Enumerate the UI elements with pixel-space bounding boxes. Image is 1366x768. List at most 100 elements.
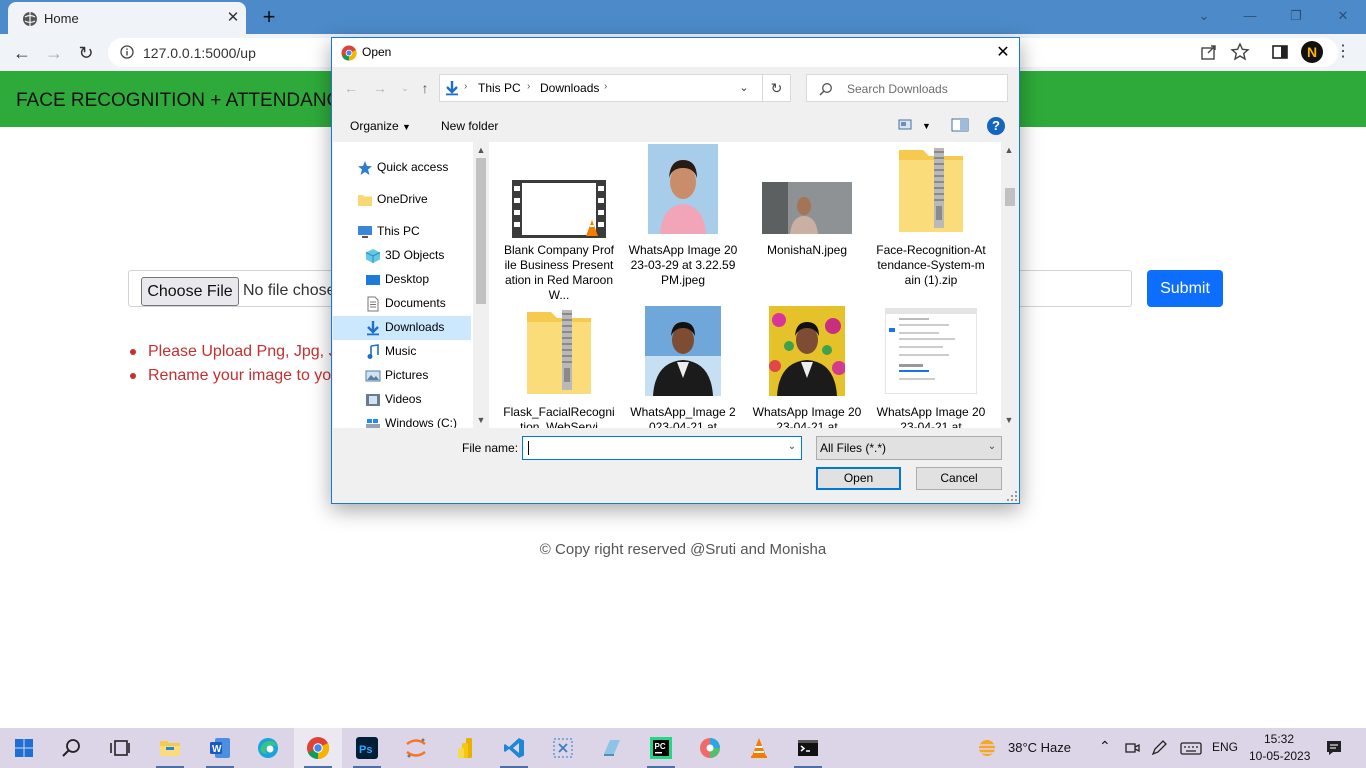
pen-icon[interactable] — [1150, 739, 1168, 757]
taskbar-pycharm[interactable]: PC — [637, 728, 685, 768]
nav-item-documents[interactable]: Documents — [333, 292, 471, 316]
nav-item-music[interactable]: Music — [333, 340, 471, 364]
nav-item-windows-c[interactable]: Windows (C:) — [333, 412, 471, 428]
new-tab-icon[interactable]: + — [258, 6, 280, 28]
reload-icon[interactable]: ↻ — [74, 41, 98, 65]
open-button[interactable]: Open — [816, 467, 901, 490]
taskbar-paint[interactable] — [686, 728, 734, 768]
up-folder-icon[interactable]: ↑ — [416, 79, 434, 97]
choose-file-button[interactable]: Choose File — [141, 277, 239, 306]
language-indicator[interactable]: ENG — [1212, 740, 1238, 754]
view-dropdown-icon[interactable]: ▼ — [922, 121, 931, 131]
taskbar-file-explorer[interactable] — [146, 728, 194, 768]
desktop-icon — [366, 275, 380, 285]
tab-search-icon[interactable]: ⌄ — [1192, 6, 1216, 26]
address-dropdown-icon[interactable]: ⌄ — [736, 81, 752, 97]
dialog-search-input[interactable]: Search Downloads — [806, 74, 1008, 102]
task-view[interactable] — [96, 728, 144, 768]
dialog-address-bar[interactable]: › This PC › Downloads › ⌄ — [439, 74, 791, 102]
nav-item-3d-objects[interactable]: 3D Objects — [333, 244, 471, 268]
back-icon[interactable]: ← — [10, 41, 34, 65]
taskbar-notepad[interactable] — [588, 728, 636, 768]
meet-now-icon[interactable] — [1123, 739, 1141, 757]
navbar-brand[interactable]: FACE RECOGNITION + ATTENDANCE — [16, 90, 353, 112]
file-explorer-icon — [160, 741, 180, 756]
weather-text[interactable]: 38°C Haze — [1008, 740, 1071, 755]
taskbar-snipping-tool[interactable] — [539, 728, 587, 768]
new-folder-button[interactable]: New folder — [441, 119, 498, 133]
clock-date[interactable]: 10-05-2023 — [1249, 749, 1310, 763]
taskbar-vlc[interactable] — [735, 728, 783, 768]
dialog-close-icon[interactable]: ✕ — [992, 42, 1014, 64]
start-button[interactable] — [0, 728, 48, 768]
menu-icon[interactable]: ⋮ — [1335, 42, 1351, 62]
taskbar-search[interactable] — [48, 728, 96, 768]
notifications-icon[interactable] — [1325, 739, 1343, 757]
taskbar-edge[interactable] — [244, 728, 292, 768]
file-item[interactable]: WhatsApp Image 2023-03-29 at 3.22.59 PM.… — [627, 144, 739, 304]
organize-menu[interactable]: Organize ▼ — [350, 119, 411, 133]
nav-item-onedrive[interactable]: OneDrive — [333, 188, 471, 212]
pycharm-icon: PC — [650, 737, 672, 759]
file-item[interactable]: Flask_FacialRecognition_WebServi — [503, 306, 615, 428]
file-pane-scroll-thumb[interactable] — [1005, 188, 1015, 206]
file-item[interactable]: WhatsApp Image 2023-04-21 at — [751, 306, 863, 428]
browser-tab[interactable]: Home ✕ — [8, 2, 246, 34]
taskbar-chrome[interactable] — [294, 728, 342, 768]
nav-pane-scrollbar[interactable]: ▲ ▼ — [473, 142, 487, 428]
chevron-down-icon[interactable]: ⌄ — [785, 441, 799, 455]
file-type-select[interactable]: All Files (*.*) ⌄ — [816, 436, 1002, 460]
file-item[interactable]: MonishaN.jpeg — [751, 144, 863, 304]
nav-item-desktop[interactable]: Desktop — [333, 268, 471, 292]
restore-icon[interactable]: ❐ — [1284, 6, 1308, 26]
file-name-input[interactable]: ⌄ — [522, 436, 802, 460]
profile-avatar[interactable]: N — [1301, 41, 1323, 63]
scroll-up-icon[interactable]: ▲ — [1001, 144, 1017, 156]
share-icon[interactable] — [1199, 42, 1219, 62]
file-item[interactable]: WhatsApp_Image 2023-04-21 at — [627, 306, 739, 428]
keyboard-icon[interactable] — [1180, 739, 1202, 757]
music-icon — [367, 344, 379, 359]
breadcrumb-downloads[interactable]: Downloads — [540, 81, 599, 95]
recent-locations-icon[interactable]: ⌄ — [396, 79, 414, 97]
dialog-refresh-icon[interactable]: ↻ — [762, 74, 791, 102]
taskbar-terminal[interactable] — [784, 728, 832, 768]
change-view-icon[interactable] — [897, 117, 915, 133]
nav-pane-scroll-thumb[interactable] — [476, 158, 486, 304]
breadcrumb-this-pc[interactable]: This PC — [478, 81, 521, 95]
nav-item-pictures[interactable]: Pictures — [333, 364, 471, 388]
nav-item-quick-access[interactable]: Quick access — [333, 156, 471, 180]
close-tab-icon[interactable]: ✕ — [224, 9, 242, 27]
taskbar-vscode[interactable] — [490, 728, 538, 768]
bookmark-star-icon[interactable] — [1230, 42, 1250, 62]
preview-pane-icon[interactable] — [951, 117, 969, 133]
taskbar-photoshop[interactable]: Ps — [343, 728, 391, 768]
minimize-icon[interactable]: — — [1238, 6, 1262, 26]
scroll-down-icon[interactable]: ▼ — [473, 414, 487, 426]
taskbar-jupyter[interactable] — [392, 728, 440, 768]
forward-icon[interactable]: → — [42, 41, 66, 65]
nav-item-videos[interactable]: Videos — [333, 388, 471, 412]
nav-item-label: OneDrive — [377, 192, 428, 206]
nav-item-downloads[interactable]: Downloads — [333, 316, 471, 340]
dialog-forward-icon[interactable]: → — [371, 79, 389, 97]
taskbar-word[interactable]: W — [196, 728, 244, 768]
file-pane-scrollbar[interactable]: ▲ ▼ — [1001, 142, 1018, 428]
file-item[interactable]: WhatsApp Image 2023-04-21 at — [875, 306, 987, 428]
file-item[interactable]: Blank Company Profile Business Presentat… — [503, 144, 615, 304]
taskbar-power-bi[interactable] — [441, 728, 489, 768]
power-bi-icon — [458, 738, 472, 758]
close-window-icon[interactable]: ✕ — [1331, 6, 1355, 26]
resize-grip-icon[interactable] — [1007, 491, 1017, 501]
scroll-up-icon[interactable]: ▲ — [473, 144, 487, 156]
file-item[interactable]: Face-Recognition-Attendance-System-main … — [875, 144, 987, 304]
nav-item-this-pc[interactable]: This PC — [333, 220, 471, 244]
show-hidden-icons-icon[interactable]: ⌃ — [1099, 738, 1111, 755]
submit-button[interactable]: Submit — [1147, 270, 1223, 307]
side-panel-icon[interactable] — [1270, 42, 1290, 62]
help-icon[interactable]: ? — [987, 117, 1005, 135]
cancel-button[interactable]: Cancel — [916, 467, 1002, 490]
dialog-back-icon[interactable]: ← — [342, 79, 360, 97]
clock-time[interactable]: 15:32 — [1264, 732, 1294, 746]
scroll-down-icon[interactable]: ▼ — [1001, 414, 1017, 426]
